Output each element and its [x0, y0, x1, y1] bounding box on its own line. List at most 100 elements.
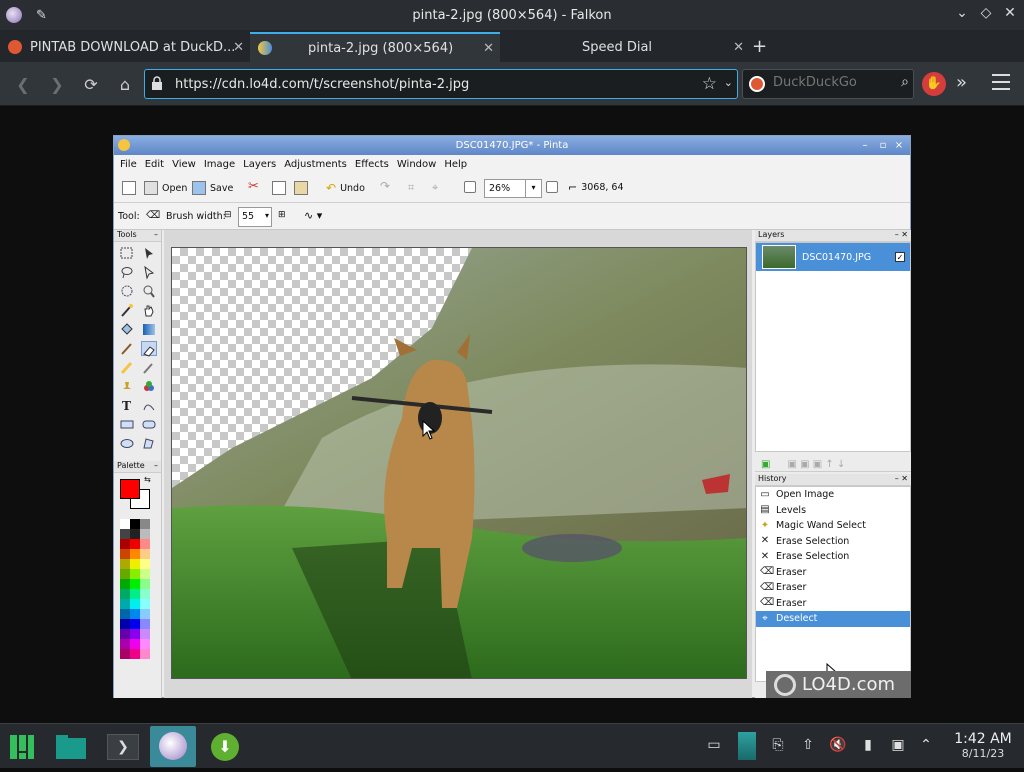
- page-content: DSC01470.JPG* - Pinta – ▫ × File Edit Vi…: [0, 107, 1024, 723]
- clipboard-icon[interactable]: ⎘: [768, 737, 788, 755]
- cursor-position-value: 3068, 64: [581, 182, 624, 193]
- tab-speed-dial[interactable]: Speed Dial ✕: [500, 32, 750, 62]
- undo-label: Undo: [340, 182, 365, 194]
- pinta-minimize-icon: –: [862, 140, 868, 151]
- menu-layers: Layers: [243, 158, 277, 170]
- bookmark-star-icon[interactable]: ☆: [702, 74, 717, 94]
- paste-icon: [294, 181, 312, 195]
- taskbar-falkon[interactable]: [150, 726, 196, 767]
- pinta-screenshot: DSC01470.JPG* - Pinta – ▫ × File Edit Vi…: [113, 135, 911, 698]
- tab-label: pinta-2.jpg (800×564): [308, 40, 454, 56]
- dog-photo-image: [172, 248, 746, 678]
- history-item: ⌫ Eraser: [756, 596, 910, 612]
- primary-secondary-colors: ⇆: [114, 473, 161, 519]
- tab-label: PINTAB DOWNLOAD at DuckD...: [30, 39, 236, 55]
- history-item-label: Eraser: [776, 566, 807, 578]
- download-icon: ⬇: [211, 733, 239, 761]
- back-icon[interactable]: ❮: [12, 74, 34, 96]
- recolor-tool-icon: [141, 379, 157, 394]
- taskbar-file-manager[interactable]: [48, 726, 94, 767]
- more-tools-icon[interactable]: »: [956, 72, 967, 93]
- updates-icon[interactable]: ⇧: [798, 737, 818, 755]
- desktop-pager-icon[interactable]: [738, 732, 756, 760]
- swap-colors-icon: ⇆: [144, 475, 151, 484]
- network-icon[interactable]: ▣: [888, 737, 908, 755]
- history-panel-header: History – ✕: [755, 474, 911, 486]
- menu-adjustments: Adjustments: [284, 158, 347, 170]
- new-tab-icon[interactable]: +: [752, 36, 767, 57]
- clone-stamp-tool-icon: [119, 379, 135, 394]
- eraser-tool-icon: [141, 341, 157, 357]
- paint-bucket-tool-icon: [119, 322, 135, 337]
- menu-window: Window: [396, 158, 437, 170]
- adblock-icon[interactable]: ✋: [922, 72, 946, 96]
- tab-close-icon[interactable]: ✕: [233, 40, 244, 55]
- menu-image: Image: [203, 158, 236, 170]
- freeform-shape-tool-icon: [141, 436, 157, 451]
- ellipse-tool-icon: [119, 436, 135, 451]
- taskbar-downloader[interactable]: ⬇: [202, 726, 248, 767]
- search-input[interactable]: [773, 75, 893, 90]
- falkon-app-icon[interactable]: [6, 7, 22, 23]
- layer-buttons-bar: ▣ ▣ ▣ ▣ ↑ ↓: [755, 452, 911, 472]
- history-item: ▭ Open Image: [756, 487, 910, 503]
- erase-selection-icon: ✕: [760, 535, 770, 547]
- layer-item: DSC01470.JPG ✓: [756, 243, 910, 271]
- layer-thumbnail: [762, 245, 796, 269]
- layers-panel-header: Layers – ✕: [755, 230, 911, 242]
- show-desktop-icon[interactable]: ▭: [704, 737, 724, 755]
- ellipse-select-tool-icon: [119, 284, 135, 299]
- eraser-icon: ⌫: [760, 597, 775, 609]
- forward-icon[interactable]: ❯: [46, 74, 68, 96]
- history-item: ✕ Erase Selection: [756, 549, 910, 565]
- lock-icon: [152, 76, 162, 90]
- taskbar-terminal[interactable]: ❯: [100, 726, 146, 767]
- history-panel-title: History: [758, 474, 787, 483]
- minimize-icon[interactable]: ⌄: [952, 5, 972, 21]
- layer-visible-checkbox: ✓: [895, 252, 905, 262]
- tools-panel-header: Tools –: [114, 230, 161, 242]
- volume-muted-icon[interactable]: 🔇: [828, 737, 848, 755]
- url-history-dropdown-icon[interactable]: ⌄: [724, 76, 733, 89]
- home-icon[interactable]: ⌂: [114, 74, 136, 96]
- brush-width-label-text: Brush width:: [166, 211, 226, 222]
- tools-and-palette-panel: Tools – T Palette – ⇆: [114, 230, 162, 698]
- close-window-icon[interactable]: ✕: [1000, 5, 1020, 21]
- new-image-icon: [122, 181, 140, 195]
- tools-grid: T: [114, 242, 161, 455]
- main-menu-icon[interactable]: [992, 74, 1010, 95]
- search-icon[interactable]: ⌕: [901, 74, 909, 90]
- history-item: ⌫ Eraser: [756, 565, 910, 581]
- history-item-label: Deselect: [776, 613, 818, 625]
- reload-icon[interactable]: ⟳: [80, 74, 102, 96]
- tab-close-icon[interactable]: ✕: [733, 40, 744, 55]
- layers-list: DSC01470.JPG ✓: [755, 242, 911, 452]
- maximize-icon[interactable]: ◇: [976, 5, 996, 21]
- history-item-label: Erase Selection: [776, 551, 850, 563]
- url-text[interactable]: https://cdn.lo4d.com/t/screenshot/pinta-…: [175, 77, 469, 92]
- history-item-label: Eraser: [776, 597, 807, 609]
- battery-icon[interactable]: ▮: [858, 737, 878, 755]
- tab-close-icon[interactable]: ✕: [483, 41, 494, 56]
- color-picker-tool-icon: [141, 360, 157, 375]
- duckduckgo-favicon-icon: [8, 40, 22, 54]
- tab-pintab-download[interactable]: PINTAB DOWNLOAD at DuckD... ✕: [0, 32, 250, 62]
- duckduckgo-icon: [749, 76, 765, 92]
- gradient-tool-icon: [141, 322, 157, 337]
- clock-time: 1:42 AM: [954, 731, 1012, 747]
- zoom-dropdown-icon: ▾: [525, 180, 541, 197]
- pin-icon[interactable]: ✎: [36, 8, 47, 23]
- clock[interactable]: 1:42 AM 8/11/23: [948, 731, 1018, 760]
- open-image-icon: ▭: [760, 488, 770, 500]
- lo4d-logo-icon: [774, 673, 796, 696]
- history-item-label: Magic Wand Select: [776, 520, 866, 532]
- search-bar[interactable]: ⌕: [742, 69, 914, 99]
- tab-pinta-image[interactable]: pinta-2.jpg (800×564) ✕: [250, 32, 500, 62]
- undo-arrow-icon: ↶: [326, 181, 337, 195]
- application-launcher-icon[interactable]: [4, 726, 40, 767]
- magic-wand-tool-icon: [119, 303, 135, 318]
- tray-expand-icon[interactable]: ⌃: [916, 737, 936, 755]
- tab-strip: PINTAB DOWNLOAD at DuckD... ✕ pinta-2.jp…: [0, 30, 1024, 62]
- cut-icon: ✂: [248, 179, 259, 194]
- url-bar[interactable]: https://cdn.lo4d.com/t/screenshot/pinta-…: [144, 69, 738, 99]
